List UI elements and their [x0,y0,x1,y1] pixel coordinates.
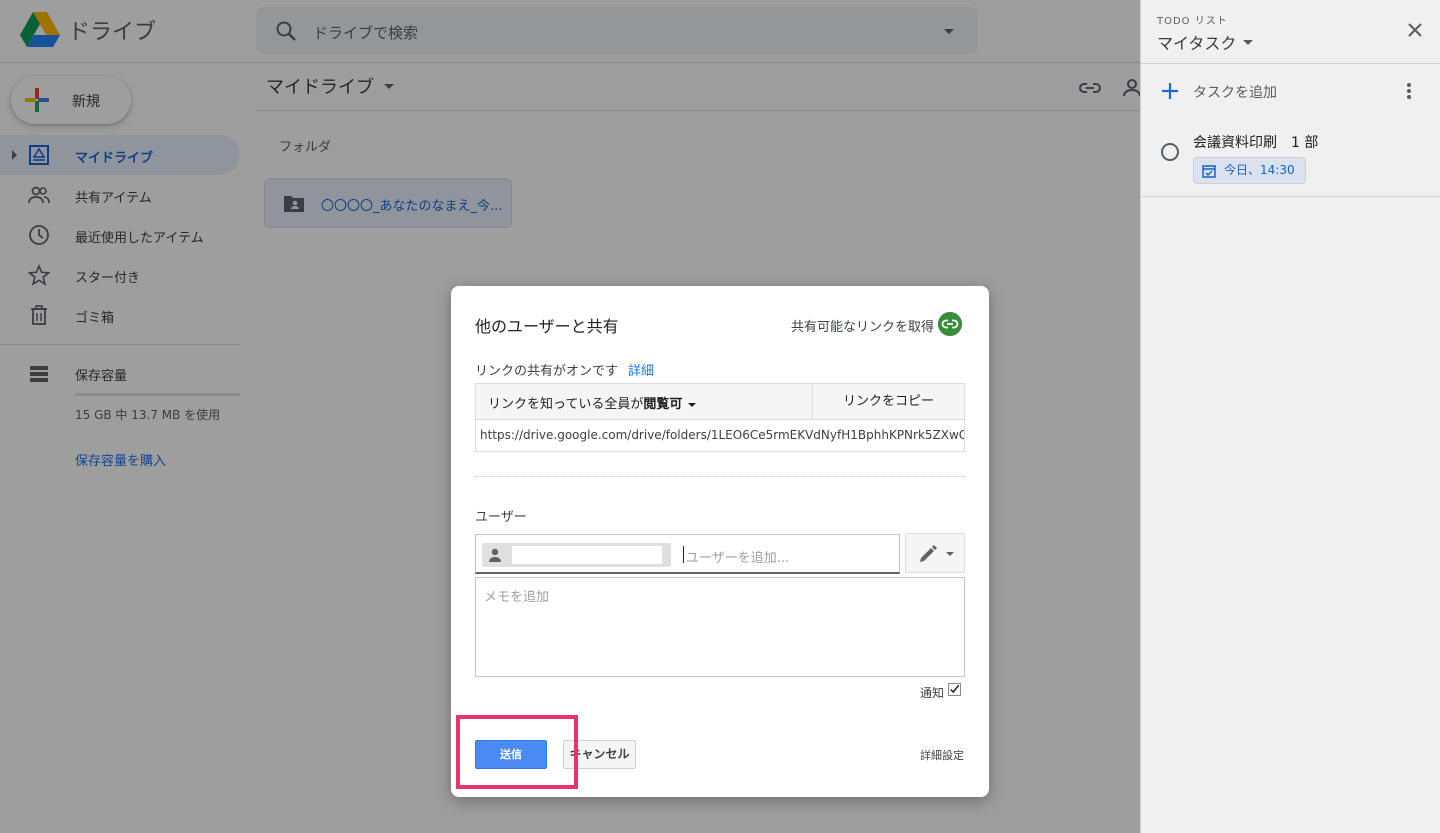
permission-prefix: リンクを知っている全員が [488,397,644,412]
user-chip[interactable] [482,543,671,567]
pencil-icon [920,545,937,562]
permission-value: 閲覧可 [643,397,683,412]
text-cursor [683,546,684,563]
highlight-annotation-box [456,715,578,789]
add-user-input[interactable]: ユーザーを追加... [686,547,789,566]
share-url-field[interactable]: https://drive.google.com/drive/folders/1… [475,420,965,452]
link-icon[interactable] [938,312,962,336]
memo-textarea[interactable]: メモを追加 [475,577,965,677]
detail-link[interactable]: 詳細 [628,360,654,379]
add-users-field[interactable]: ユーザーを追加... [475,534,900,574]
dialog-separator [475,476,965,477]
dropdown-arrow-icon [688,402,697,407]
user-chip-redacted [512,546,662,564]
advanced-settings-link[interactable]: 詳細設定 [920,747,964,763]
permission-level-button[interactable] [905,533,965,573]
notify-checkbox[interactable] [948,683,961,696]
link-permission-dropdown[interactable]: リンクを知っている全員が閲覧可 [476,384,813,419]
get-shareable-link-button[interactable]: 共有可能なリンクを取得 [791,316,934,335]
notify-label: 通知 [920,686,945,700]
person-icon [489,548,501,562]
dropdown-arrow-icon [946,552,954,556]
users-section-label: ユーザー [475,510,527,525]
copy-link-button[interactable]: リンクをコピー [813,384,964,419]
link-permission-bar: リンクを知っている全員が閲覧可 リンクをコピー [475,383,965,420]
tasks-backdrop [1140,0,1440,833]
link-sharing-status: リンクの共有がオンです [475,364,619,379]
dialog-title: 他のユーザーと共有 [475,317,619,336]
